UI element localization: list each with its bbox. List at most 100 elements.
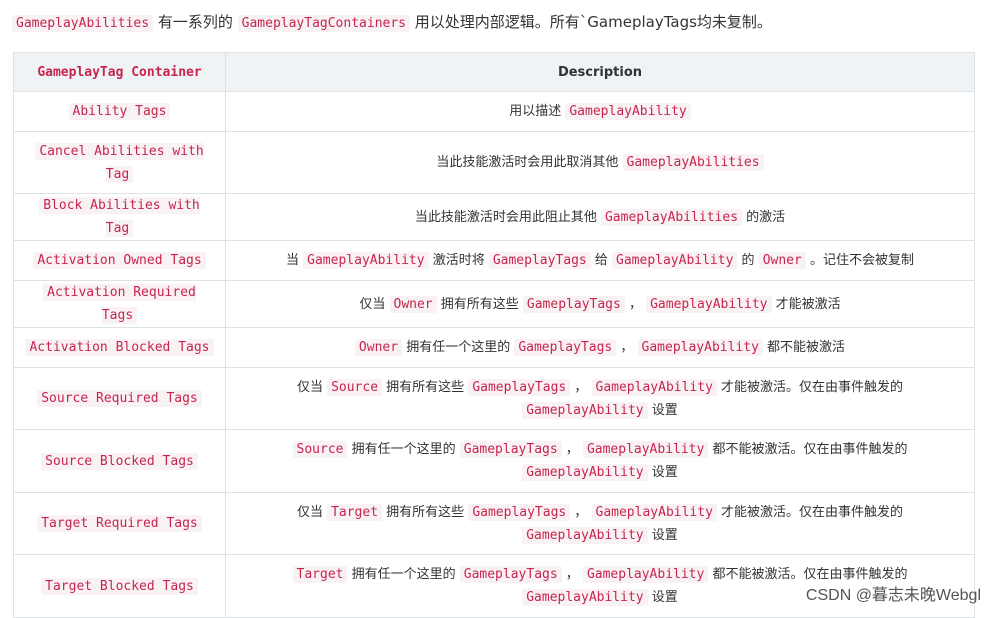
description-text: 设置 [647,527,678,543]
description-text: 都不能被激活。仅在由事件触发的 [708,567,908,582]
description-text: 设置 [647,402,678,418]
description-text: 仅当 [296,379,328,395]
table-row: Block Abilities with Tag 当此技能激活时会用此阻止其他 G… [13,193,975,241]
description-text: 拥有任一个这里的 [402,340,515,355]
description-text: 仅当 [359,296,390,312]
inline-code: GameplayTags [459,566,562,583]
inline-code: GameplayAbility [591,503,717,521]
description-text: 仅当 [296,504,328,520]
inline-code: Owner [758,252,806,269]
inline-code: GameplayTags [522,295,625,313]
description-cell: Owner 拥有任一个这里的 GameplayTags ， GameplayAb… [225,327,975,368]
inline-code: GameplayAbility [522,526,648,544]
container-name: Block Abilities with Tag [39,197,200,237]
description-text: ， [616,340,638,355]
container-name-cell: Activation Required Tags [13,280,226,328]
table-row: Ability Tags 用以描述 GameplayAbility [13,91,975,132]
description-text: 拥有所有这些 [436,296,523,312]
description-text: 当 [286,253,304,268]
description-text: ， [561,442,583,457]
inline-code: GameplayTags [468,378,571,396]
inline-code: Owner [389,295,437,313]
description-cell: 用以描述 GameplayAbility [225,91,975,132]
container-name-cell: Source Required Tags [13,367,226,430]
description-text: 设置 [647,590,678,605]
inline-code: GameplayTags [514,339,617,356]
inline-code: Source [292,441,348,458]
description-text: 都不能被激活。仅在由事件触发的 [708,442,908,457]
container-name: Activation Owned Tags [33,252,206,269]
description-text: 才能被激活。仅在由事件触发的 [716,504,904,520]
container-name: Target Blocked Tags [41,577,198,595]
container-name-cell: Ability Tags [13,91,226,132]
container-name: Activation Blocked Tags [25,339,214,356]
table-row: Source Required Tags 仅当 Source 拥有所有这些 Gam… [13,367,975,430]
inline-code: GameplayAbility [522,589,648,606]
inline-code: GameplayAbility [565,103,691,120]
tag-container-table: GameplayTag Container Description Abilit… [13,52,975,618]
description-text: ， [561,567,583,582]
description-text: 激活时将 [428,253,489,268]
description-text: 。记住不会被复制 [805,253,914,268]
inline-code: GameplayAbilities [600,208,743,226]
table-row: Cancel Abilities with Tag 当此技能激活时会用此取消其他 … [13,131,975,194]
container-name: Cancel Abilities with Tag [35,142,204,183]
table-row: Source Blocked Tags Source 拥有任一个这里的 Gamep… [13,429,975,493]
container-name: Activation Required Tags [43,284,196,324]
description-cell: 仅当 Source 拥有所有这些 GameplayTags ， Gameplay… [225,367,975,430]
container-name-cell: Activation Owned Tags [13,240,226,281]
container-name-cell: Target Required Tags [13,492,226,555]
inline-code: GameplayAbility [591,378,717,396]
intro-text: 有一系列的 [157,13,233,31]
description-text: 拥有任一个这里的 [347,567,460,582]
description-cell: 当 GameplayAbility 激活时将 GameplayTags 给 Ga… [225,240,975,281]
intro-paragraph: GameplayAbilities 有一系列的 GameplayTagConta… [12,10,772,36]
description-text: 当此技能激活时会用此阻止其他 [414,209,601,225]
inline-code: Target [292,566,348,583]
description-cell: 仅当 Target 拥有所有这些 GameplayTags ， Gameplay… [225,492,975,555]
description-text: 都不能被激活 [762,340,846,355]
inline-code: GameplayTags [459,441,562,458]
inline-code: GameplayAbility [582,566,709,583]
description-text: 拥有任一个这里的 [347,442,460,457]
watermark: CSDN @暮志未晚Webgl [805,587,981,604]
column-header-container: GameplayTag Container [13,52,226,92]
inline-code: GameplayAbility [637,339,763,356]
inline-code: GameplayTags [468,503,571,521]
inline-code: GameplayAbility [612,252,738,269]
description-cell: 当此技能激活时会用此取消其他 GameplayAbilities [225,131,975,194]
description-text: ， [624,296,647,312]
inline-code: GameplayAbility [582,441,709,458]
description-text: 设置 [647,465,678,480]
description-text: 拥有所有这些 [382,504,469,520]
description-text: 给 [590,253,613,268]
inline-code: GameplayTags [488,252,591,269]
description-text: ， [570,379,592,395]
inline-code: GameplayTagContainers [237,15,411,32]
inline-code: GameplayAbility [522,401,648,419]
description-text: 才能被激活 [771,296,841,312]
table-row: Activation Required Tags 仅当 Owner 拥有所有这些 … [13,280,975,328]
container-name: Ability Tags [68,103,171,120]
description-text: 的 [737,253,759,268]
description-text: 用以描述 [509,104,566,119]
description-cell: Source 拥有任一个这里的 GameplayTags ， GameplayA… [225,429,975,493]
description-text: 才能被激活。仅在由事件触发的 [716,379,904,395]
container-name: Source Required Tags [37,390,202,407]
description-text: 的激活 [742,209,786,225]
container-name: Target Required Tags [37,515,202,532]
inline-code: GameplayAbility [646,295,772,313]
description-cell: 仅当 Owner 拥有所有这些 GameplayTags ， GameplayA… [225,280,975,328]
inline-code: GameplayAbilities [12,15,154,32]
inline-code: GameplayAbilities [622,154,764,171]
column-header-description: Description [225,52,975,92]
container-name-cell: Cancel Abilities with Tag [13,131,226,194]
description-cell: 当此技能激活时会用此阻止其他 GameplayAbilities 的激活 [225,193,975,241]
inline-code: Owner [354,339,403,356]
container-name-cell: Block Abilities with Tag [13,193,226,241]
description-text: 当此技能激活时会用此取消其他 [436,155,623,170]
container-name: Source Blocked Tags [41,452,198,470]
container-name-cell: Target Blocked Tags [13,554,226,618]
inline-code: GameplayAbility [522,464,648,481]
table-row: Target Required Tags 仅当 Target 拥有所有这些 Gam… [13,492,975,555]
